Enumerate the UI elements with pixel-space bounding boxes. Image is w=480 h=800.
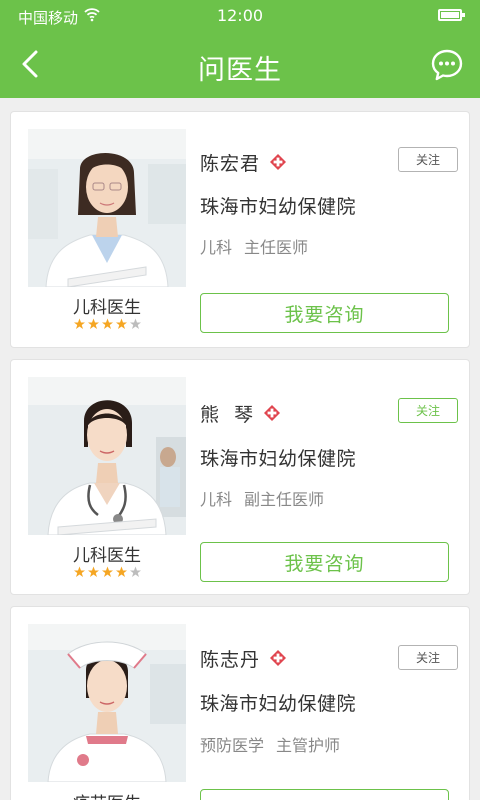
nav-bar: 问医生 xyxy=(0,32,480,98)
doctor-name: 陈宏君 xyxy=(200,152,261,175)
hospital-name: 珠海市妇幼保健院 xyxy=(200,693,357,715)
doctor-card[interactable]: 疫苗医生 陈志丹 关注 珠海市妇幼保健院 预防医学主管护师 我要咨询 xyxy=(10,606,470,800)
medical-cross-icon xyxy=(270,650,287,666)
hospital-name: 珠海市妇幼保健院 xyxy=(200,196,357,218)
star-icon xyxy=(115,318,127,329)
consult-button[interactable]: 我要咨询 xyxy=(200,542,449,582)
status-bar: 中国移动 12:00 xyxy=(0,0,480,32)
star-icon xyxy=(101,318,113,329)
doctor-category: 儿科医生 xyxy=(73,298,141,318)
star-rating xyxy=(28,318,186,330)
doctor-photo xyxy=(28,129,186,287)
doctor-photo xyxy=(28,377,186,535)
star-rating xyxy=(28,566,186,578)
follow-button[interactable]: 关注 xyxy=(398,398,458,423)
medical-cross-icon xyxy=(270,154,287,170)
doctor-title: 主任医师 xyxy=(244,238,309,257)
star-icon xyxy=(87,566,99,577)
star-icon xyxy=(115,566,127,577)
star-icon xyxy=(73,318,85,329)
star-icon xyxy=(73,566,85,577)
follow-button[interactable]: 关注 xyxy=(398,645,458,670)
chat-bubble-icon[interactable] xyxy=(430,48,464,82)
department: 儿科 xyxy=(200,238,233,257)
doctor-name: 陈志丹 xyxy=(200,648,261,671)
doctor-department-row: 预防医学 主管护师 xyxy=(200,732,340,756)
page-title: 问医生 xyxy=(198,55,282,86)
doctor-title: 主管护师 xyxy=(276,736,341,755)
star-icon xyxy=(101,566,113,577)
doctor-name: 熊 琴 xyxy=(200,403,255,426)
star-empty-icon xyxy=(129,566,141,577)
consult-button[interactable]: 我要咨询 xyxy=(200,293,449,333)
medical-cross-icon xyxy=(264,405,281,421)
doctor-department-row: 儿科 主任医师 xyxy=(200,234,308,258)
doctor-category: 疫苗医生 xyxy=(28,789,186,800)
star-empty-icon xyxy=(129,318,141,329)
doctor-photo xyxy=(28,624,186,782)
hospital-name: 珠海市妇幼保健院 xyxy=(200,448,357,470)
doctor-card[interactable]: 儿科医生 陈宏君 关注 珠海市妇幼保健院 儿科 主任医师 我要咨询 xyxy=(10,111,470,348)
doctor-card[interactable]: 儿科医生 熊 琴 关注 珠海市妇幼保健院 儿科 副主任医师 我要咨询 xyxy=(10,359,470,595)
doctor-category: 儿科医生 xyxy=(73,546,141,566)
doctor-department-row: 儿科 副主任医师 xyxy=(200,486,324,510)
department: 儿科 xyxy=(200,490,233,509)
consult-button[interactable]: 我要咨询 xyxy=(200,789,449,800)
clock: 12:00 xyxy=(216,6,264,25)
battery-icon xyxy=(438,9,465,21)
department: 预防医学 xyxy=(200,736,265,755)
star-icon xyxy=(87,318,99,329)
follow-button[interactable]: 关注 xyxy=(398,147,458,172)
doctor-title: 副主任医师 xyxy=(244,490,325,509)
